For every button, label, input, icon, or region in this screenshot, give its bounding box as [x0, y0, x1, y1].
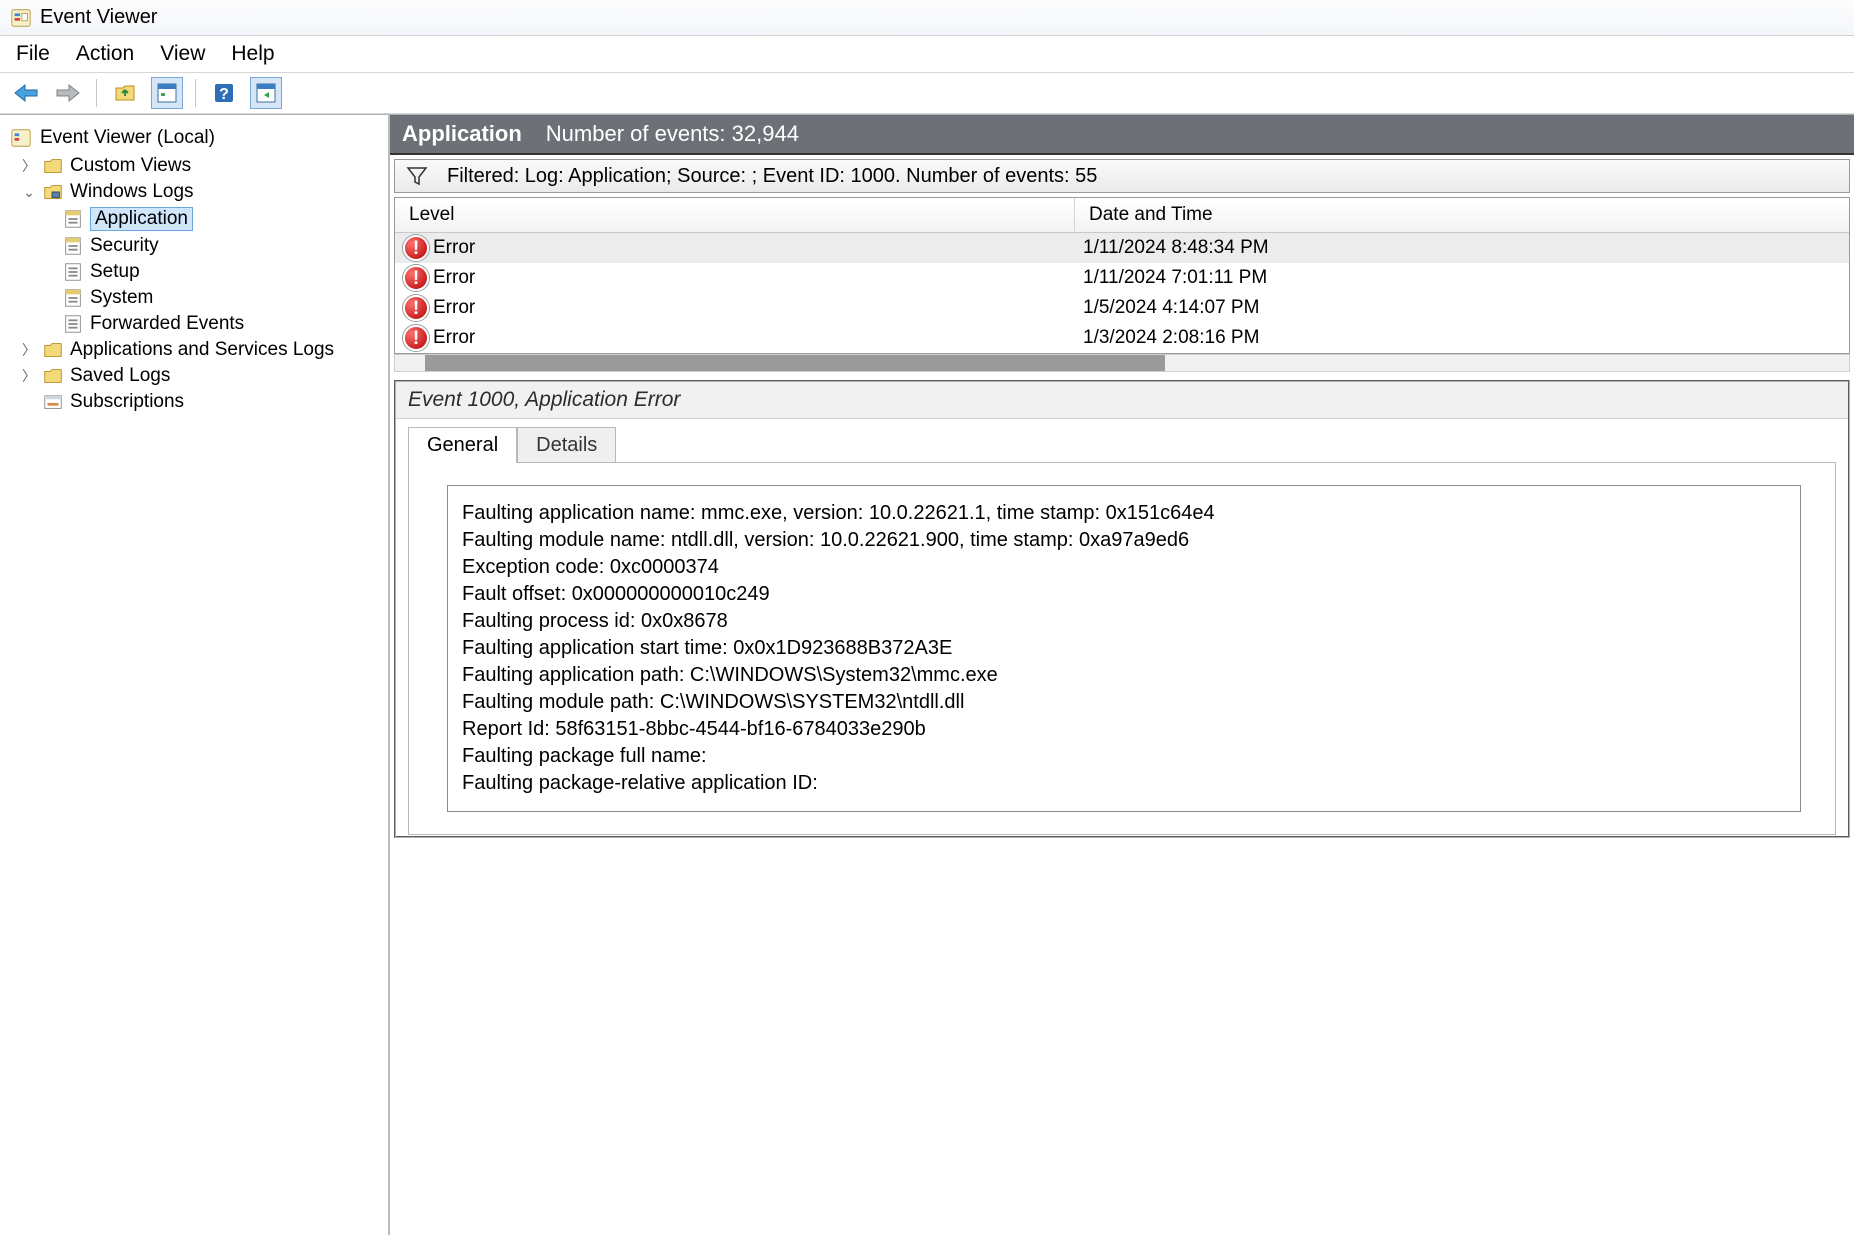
error-icon: ! [403, 325, 429, 351]
menu-bar: File Action View Help [0, 36, 1854, 73]
tree-system[interactable]: System [42, 285, 386, 311]
tree-apps-services[interactable]: 〉 Applications and Services Logs [22, 337, 386, 363]
error-icon: ! [403, 265, 429, 291]
toolbar: ? [0, 73, 1854, 114]
help-icon: ? [212, 81, 236, 105]
row-date: 1/3/2024 2:08:16 PM [1075, 325, 1849, 351]
panel-icon [155, 81, 179, 105]
arrow-right-icon [55, 83, 81, 103]
col-date[interactable]: Date and Time [1075, 198, 1849, 232]
toolbar-separator [96, 79, 97, 107]
tab-body: Faulting application name: mmc.exe, vers… [408, 462, 1836, 835]
folder-up-icon [113, 81, 137, 105]
error-icon: ! [403, 295, 429, 321]
log-icon [62, 313, 84, 335]
main-area: Event Viewer (Local) 〉 Custom Views ⌄ Wi… [0, 114, 1854, 1235]
arrow-left-icon [13, 83, 39, 103]
event-message: Faulting application name: mmc.exe, vers… [447, 485, 1801, 812]
tab-general[interactable]: General [408, 427, 517, 463]
expander-icon[interactable]: ⌄ [22, 184, 36, 201]
log-icon [62, 235, 84, 257]
scrollbar-thumb[interactable] [425, 355, 1165, 371]
horizontal-scrollbar[interactable] [394, 354, 1850, 372]
nav-forward-button[interactable] [52, 77, 84, 109]
tree-root[interactable]: Event Viewer (Local) [2, 123, 386, 153]
grid-row[interactable]: !Error 1/11/2024 7:01:11 PM [395, 263, 1849, 293]
grid-row[interactable]: !Error 1/11/2024 8:48:34 PM [395, 233, 1849, 263]
row-date: 1/5/2024 4:14:07 PM [1075, 295, 1849, 321]
grid-row[interactable]: !Error 1/3/2024 2:08:16 PM [395, 323, 1849, 353]
expander-icon[interactable]: 〉 [22, 366, 36, 386]
row-date: 1/11/2024 7:01:11 PM [1075, 265, 1849, 291]
subscription-icon [42, 391, 64, 413]
tree-pane: Event Viewer (Local) 〉 Custom Views ⌄ Wi… [0, 115, 390, 1235]
tree-root-label: Event Viewer (Local) [40, 127, 215, 149]
row-level: Error [433, 237, 475, 259]
filter-bar: Filtered: Log: Application; Source: ; Ev… [394, 159, 1850, 193]
log-icon [62, 208, 84, 230]
content-header: Application Number of events: 32,944 [390, 115, 1854, 155]
details-tabs: General Details [408, 427, 1848, 463]
log-name: Application [402, 121, 522, 147]
error-icon: ! [403, 235, 429, 261]
details-pane: Event 1000, Application Error General De… [394, 380, 1850, 838]
menu-action[interactable]: Action [76, 42, 134, 66]
preview-pane-button[interactable] [250, 77, 282, 109]
content-pane: Application Number of events: 32,944 Fil… [390, 115, 1854, 1235]
filter-icon [405, 164, 429, 188]
filter-text: Filtered: Log: Application; Source: ; Ev… [447, 165, 1097, 188]
tree-windows-logs[interactable]: ⌄ Windows Logs [22, 179, 386, 205]
log-icon [62, 287, 84, 309]
grid-row[interactable]: !Error 1/5/2024 4:14:07 PM [395, 293, 1849, 323]
show-hide-tree-button[interactable] [109, 77, 141, 109]
folder-pc-icon [42, 181, 64, 203]
row-date: 1/11/2024 8:48:34 PM [1075, 235, 1849, 261]
row-level: Error [433, 327, 475, 349]
tree-forwarded[interactable]: Forwarded Events [42, 311, 386, 337]
expander-icon[interactable]: 〉 [22, 156, 36, 176]
row-level: Error [433, 297, 475, 319]
title-bar: Event Viewer [0, 0, 1854, 36]
tree-security[interactable]: Security [42, 233, 386, 259]
tree-custom-views[interactable]: 〉 Custom Views [22, 153, 386, 179]
preview-icon [254, 81, 278, 105]
folder-icon [42, 365, 64, 387]
col-level[interactable]: Level [395, 198, 1075, 232]
nav-back-button[interactable] [10, 77, 42, 109]
details-title: Event 1000, Application Error [396, 382, 1848, 419]
row-level: Error [433, 267, 475, 289]
event-viewer-icon [10, 7, 32, 29]
help-button[interactable]: ? [208, 77, 240, 109]
properties-button[interactable] [151, 77, 183, 109]
tree-subscriptions[interactable]: Subscriptions [22, 389, 386, 415]
tree-saved-logs[interactable]: 〉 Saved Logs [22, 363, 386, 389]
menu-file[interactable]: File [16, 42, 50, 66]
events-grid: Level Date and Time !Error1/11/2024 8:48… [394, 197, 1850, 354]
event-count: Number of events: 32,944 [546, 121, 799, 147]
grid-header: Level Date and Time [395, 198, 1849, 233]
folder-icon [42, 155, 64, 177]
toolbar-separator [195, 79, 196, 107]
folder-icon [42, 339, 64, 361]
expander-icon[interactable]: 〉 [22, 340, 36, 360]
menu-help[interactable]: Help [231, 42, 274, 66]
tab-details[interactable]: Details [517, 427, 616, 463]
window-title: Event Viewer [40, 6, 157, 29]
tree-setup[interactable]: Setup [42, 259, 386, 285]
svg-text:?: ? [219, 86, 229, 103]
log-icon [62, 261, 84, 283]
event-viewer-icon [10, 127, 32, 149]
tree-application[interactable]: Application [42, 205, 386, 233]
menu-view[interactable]: View [160, 42, 205, 66]
